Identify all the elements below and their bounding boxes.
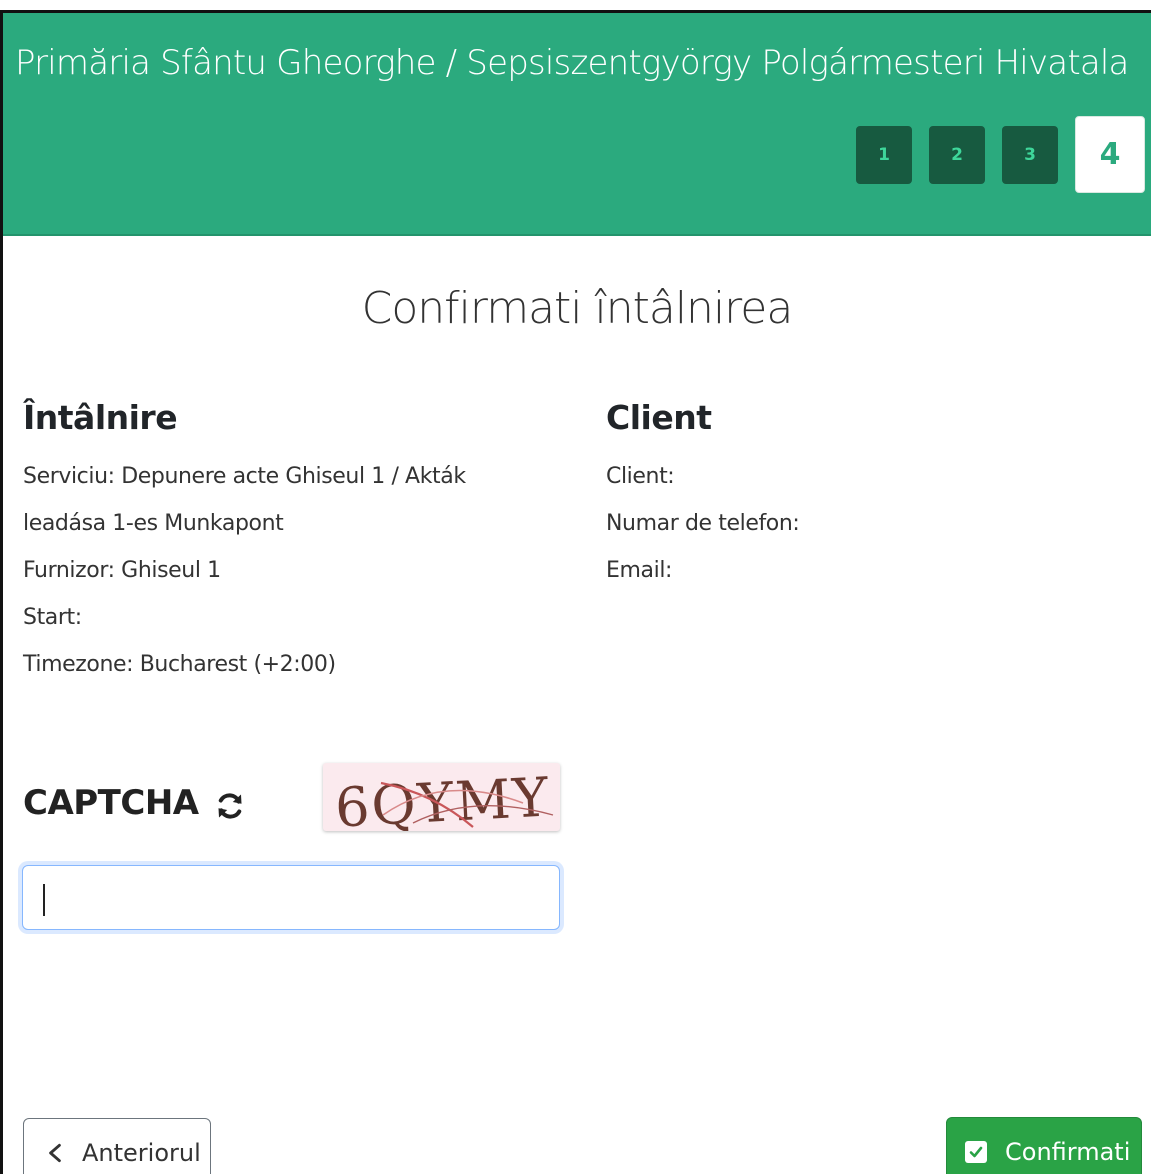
captcha-image: 6QYMY: [323, 763, 560, 831]
meeting-heading: Întâlnire: [23, 398, 178, 437]
captcha-label: CAPTCHA: [23, 783, 199, 823]
captcha-input[interactable]: [22, 865, 560, 930]
previous-button-label: Anteriorul: [82, 1139, 201, 1167]
text-cursor: [43, 884, 45, 916]
step-2-button[interactable]: 2: [929, 125, 985, 184]
start-time: Start:: [23, 605, 82, 630]
confirm-button[interactable]: Confirmati: [946, 1117, 1142, 1174]
meeting-details: Întâlnire Serviciu: Depunere acte Ghiseu…: [23, 398, 493, 688]
client-name: Client:: [606, 464, 675, 489]
step-4-button[interactable]: 4: [1075, 116, 1145, 193]
step-indicator: 1 2 3 4: [839, 116, 1145, 193]
app-frame: Primăria Sfântu Gheorghe / Sepsiszentgyö…: [0, 10, 1151, 1174]
confirm-button-label: Confirmati: [1005, 1138, 1131, 1166]
timezone: Timezone: Bucharest (+2:00): [23, 652, 336, 677]
client-email: Email:: [606, 558, 673, 583]
previous-button[interactable]: Anteriorul: [23, 1118, 211, 1174]
service-line-1: Serviciu: Depunere acte Ghiseul 1 / Aktá…: [23, 464, 466, 489]
step-3-button[interactable]: 3: [1002, 125, 1058, 184]
step-1-button[interactable]: 1: [856, 125, 912, 184]
refresh-icon[interactable]: [215, 791, 245, 821]
client-phone: Numar de telefon:: [606, 511, 800, 536]
service-line-2: leadása 1-es Munkapont: [23, 511, 284, 536]
app-title: Primăria Sfântu Gheorghe / Sepsiszentgyö…: [15, 43, 1129, 83]
provider: Furnizor: Ghiseul 1: [23, 558, 221, 583]
client-details: Client Client: Numar de telefon: Email:: [606, 398, 1076, 594]
client-heading: Client: [606, 398, 712, 437]
page-title: Confirmati întâlnirea: [361, 283, 794, 334]
check-square-icon: [965, 1141, 987, 1163]
chevron-left-icon: [49, 1143, 61, 1163]
captcha-text: 6QYMY: [333, 765, 551, 831]
header-bar: Primăria Sfântu Gheorghe / Sepsiszentgyö…: [3, 13, 1151, 236]
